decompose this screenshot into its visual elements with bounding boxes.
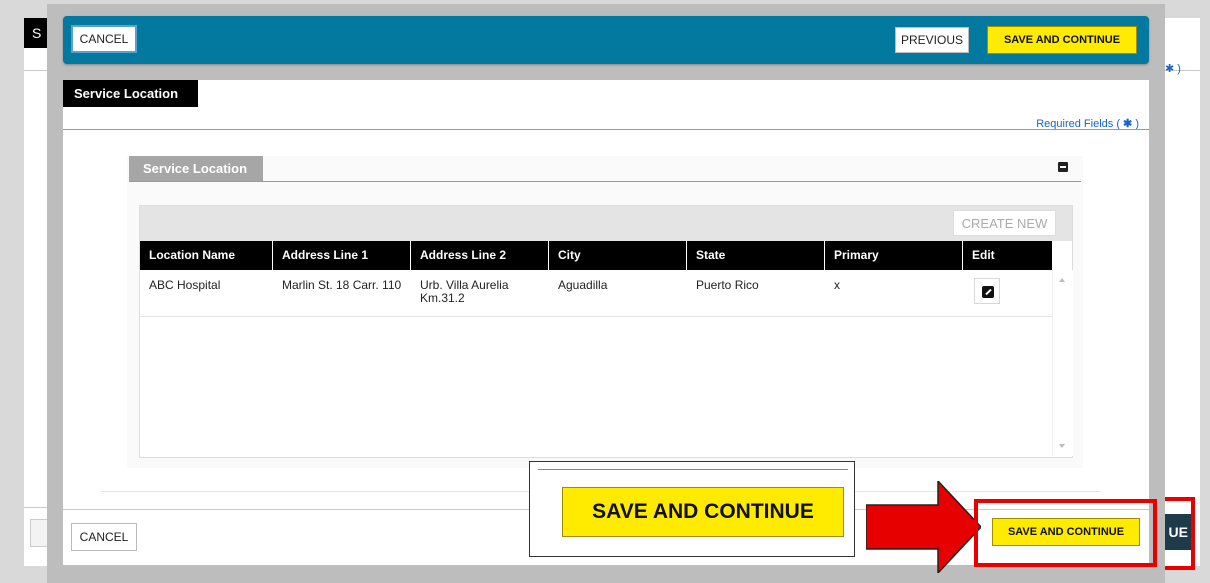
- panel-divider: [129, 181, 1081, 182]
- grid-scrollbar[interactable]: [1052, 270, 1073, 456]
- background-cancel-button: [30, 519, 47, 547]
- section-title: Service Location: [63, 80, 198, 107]
- grid-header: Location Name Address Line 1 Address Lin…: [140, 241, 1052, 270]
- create-new-button[interactable]: CREATE NEW: [953, 210, 1056, 236]
- section-divider: [63, 129, 1149, 130]
- cancel-button-bottom[interactable]: CANCEL: [71, 523, 137, 551]
- save-and-continue-button-top[interactable]: SAVE AND CONTINUE: [987, 26, 1137, 54]
- cell-address-line-1: Marlin St. 18 Carr. 110: [282, 278, 402, 292]
- save-and-continue-zoomed: SAVE AND CONTINUE: [562, 487, 844, 537]
- column-header-address-line-2[interactable]: Address Line 2: [411, 241, 549, 270]
- column-header-location-name[interactable]: Location Name: [140, 241, 273, 270]
- minus-square-icon[interactable]: [1058, 162, 1068, 172]
- panel-title: Service Location: [129, 156, 263, 181]
- zoom-callout-divider: [538, 469, 848, 470]
- previous-button[interactable]: PREVIOUS: [895, 27, 969, 53]
- table-row[interactable]: ABC Hospital Marlin St. 18 Carr. 110 Urb…: [140, 270, 1052, 317]
- cell-state: Puerto Rico: [696, 278, 759, 292]
- service-location-panel: Service Location CREATE NEW Location Nam…: [127, 156, 1083, 468]
- column-header-primary[interactable]: Primary: [825, 241, 963, 270]
- edit-pencil-icon: [982, 286, 994, 298]
- cell-primary: x: [834, 278, 840, 292]
- scroll-down-arrow-icon[interactable]: [1059, 444, 1065, 448]
- column-header-address-line-1[interactable]: Address Line 1: [273, 241, 411, 270]
- column-header-edit: Edit: [972, 248, 995, 262]
- column-header-city[interactable]: City: [549, 241, 687, 270]
- edit-row-button[interactable]: [974, 278, 1000, 304]
- cancel-button-top[interactable]: CANCEL: [71, 25, 137, 53]
- right-arrow-icon: [866, 481, 981, 573]
- modal-header: CANCEL PREVIOUS SAVE AND CONTINUE: [63, 16, 1149, 64]
- cell-location-name: ABC Hospital: [149, 278, 221, 292]
- locations-grid: CREATE NEW Location Name Address Line 1 …: [139, 205, 1073, 458]
- cell-address-line-2: Urb. Villa Aurelia Km.31.2: [420, 278, 509, 305]
- zoom-callout: SAVE AND CONTINUE: [529, 461, 855, 557]
- scroll-up-arrow-icon[interactable]: [1059, 278, 1065, 282]
- cell-city: Aguadilla: [558, 278, 608, 292]
- grid-toolbar: CREATE NEW: [140, 206, 1072, 241]
- column-header-state[interactable]: State: [687, 241, 825, 270]
- save-and-continue-button-bottom[interactable]: SAVE AND CONTINUE: [992, 518, 1140, 546]
- background-required-fragment: ✱ ): [1165, 63, 1181, 75]
